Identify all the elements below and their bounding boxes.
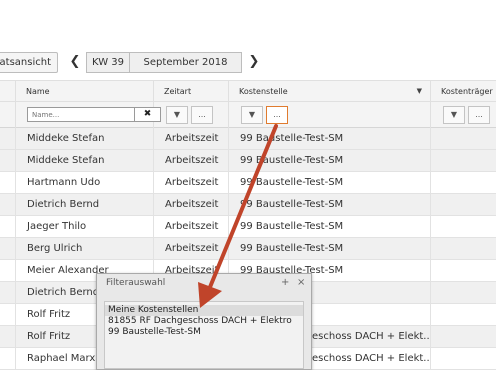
cell-zeitart: Arbeitszeit	[154, 128, 229, 150]
filter-cell-kostenstelle: ▼ ...	[229, 102, 431, 128]
kostenstelle-more-options-button[interactable]: ...	[266, 106, 288, 124]
cell-kostenstelle: 99 Baustelle-Test-SM	[229, 194, 431, 216]
month-view-button[interactable]: natsansicht	[0, 52, 58, 73]
sort-down-icon[interactable]: ▼	[417, 81, 422, 102]
funnel-icon[interactable]: ▼	[166, 106, 188, 124]
cell-kostentraeger	[431, 128, 496, 150]
funnel-icon[interactable]: ▼	[443, 106, 465, 124]
cell-kostentraeger	[431, 260, 496, 282]
cell-kostentraeger	[431, 238, 496, 260]
cell-kostentraeger	[431, 282, 496, 304]
header-zeitart[interactable]: Zeitart	[154, 81, 229, 103]
filter-option-99-baustelle[interactable]: 99 Baustelle-Test-SM	[105, 327, 303, 338]
cell-kostentraeger	[431, 304, 496, 326]
row-selector[interactable]	[0, 150, 16, 172]
cell-kostenstelle: 99 Baustelle-Test-SM	[229, 172, 431, 194]
row-selector[interactable]	[0, 128, 16, 150]
row-selector[interactable]	[0, 194, 16, 216]
cell-kostenstelle: 99 Baustelle-Test-SM	[229, 128, 431, 150]
plus-icon[interactable]: +	[281, 277, 289, 288]
filter-option-81855[interactable]: 81855 RF Dachgeschoss DACH + Elektro	[105, 316, 303, 327]
row-selector[interactable]	[0, 348, 16, 370]
cell-kostentraeger	[431, 194, 496, 216]
row-selector[interactable]	[0, 172, 16, 194]
cell-kostentraeger	[431, 150, 496, 172]
header-kostenstelle[interactable]: Kostenstelle ▼	[229, 81, 431, 103]
row-selector[interactable]	[0, 326, 16, 348]
more-options-button[interactable]: ...	[191, 106, 213, 124]
cell-name: Hartmann Udo	[16, 172, 154, 194]
toolbar: natsansicht ❮ KW 39 September 2018 ❯	[0, 0, 496, 80]
cell-zeitart: Arbeitszeit	[154, 238, 229, 260]
name-filter-input[interactable]	[27, 107, 135, 122]
grid-header: Name Zeitart Kostenstelle ▼ Kostenträger	[0, 80, 496, 103]
cell-zeitart: Arbeitszeit	[154, 150, 229, 172]
cell-zeitart: Arbeitszeit	[154, 216, 229, 238]
row-selector[interactable]	[0, 238, 16, 260]
cell-name: Middeke Stefan	[16, 150, 154, 172]
cell-name: Jaeger Thilo	[16, 216, 154, 238]
funnel-icon[interactable]: ▼	[241, 106, 263, 124]
cell-name: Middeke Stefan	[16, 128, 154, 150]
chevron-left-icon[interactable]: ❮	[68, 54, 82, 70]
cell-kostenstelle: 99 Baustelle-Test-SM	[229, 150, 431, 172]
cell-kostentraeger	[431, 216, 496, 238]
cell-kostentraeger	[431, 326, 496, 348]
filter-option-meine-kostenstellen[interactable]: Meine Kostenstellen	[105, 305, 303, 316]
filter-cell-name: ✖	[16, 102, 161, 128]
header-kostentraeger[interactable]: Kostenträger	[431, 81, 496, 103]
table-row[interactable]: Middeke Stefan Arbeitszeit 99 Baustelle-…	[0, 150, 496, 172]
close-icon[interactable]: ×	[297, 277, 305, 288]
row-selector[interactable]	[0, 260, 16, 282]
chevron-right-icon[interactable]: ❯	[247, 54, 261, 70]
cell-kostentraeger	[431, 172, 496, 194]
table-row[interactable]: Dietrich Bernd Arbeitszeit 99 Baustelle-…	[0, 194, 496, 216]
cell-zeitart: Arbeitszeit	[154, 172, 229, 194]
week-number: KW 39	[86, 52, 130, 73]
filter-cell-kostentraeger: ▼ ...	[431, 102, 496, 128]
cell-name: Berg Ulrich	[16, 238, 154, 260]
header-name[interactable]: Name	[16, 81, 154, 103]
filter-cell-zeitart: ▼ ...	[154, 102, 229, 128]
month-display: September 2018	[130, 52, 242, 73]
header-kostenstelle-label: Kostenstelle	[239, 87, 288, 96]
row-selector[interactable]	[0, 216, 16, 238]
cell-zeitart: Arbeitszeit	[154, 194, 229, 216]
cell-kostentraeger	[431, 348, 496, 370]
filter-selection-popup: Filterauswahl + × Meine Kostenstellen 81…	[96, 273, 312, 370]
table-row[interactable]: Hartmann Udo Arbeitszeit 99 Baustelle-Te…	[0, 172, 496, 194]
cell-kostenstelle: 99 Baustelle-Test-SM	[229, 238, 431, 260]
cell-kostenstelle: 99 Baustelle-Test-SM	[229, 216, 431, 238]
table-row[interactable]: Middeke Stefan Arbeitszeit 99 Baustelle-…	[0, 128, 496, 150]
row-selector[interactable]	[0, 304, 16, 326]
table-row[interactable]: Jaeger Thilo Arbeitszeit 99 Baustelle-Te…	[0, 216, 496, 238]
filter-option-list: Meine Kostenstellen 81855 RF Dachgeschos…	[104, 301, 304, 369]
cell-name: Dietrich Bernd	[16, 194, 154, 216]
header-cell-blank	[0, 81, 16, 103]
more-options-button[interactable]: ...	[468, 106, 490, 124]
filter-cell-blank	[0, 102, 16, 128]
filter-row: ✖ ▼ ... ▼ ... ▼ ...	[0, 102, 496, 128]
table-row[interactable]: Berg Ulrich Arbeitszeit 99 Baustelle-Tes…	[0, 238, 496, 260]
row-selector[interactable]	[0, 282, 16, 304]
popup-title: Filterauswahl	[106, 278, 166, 288]
